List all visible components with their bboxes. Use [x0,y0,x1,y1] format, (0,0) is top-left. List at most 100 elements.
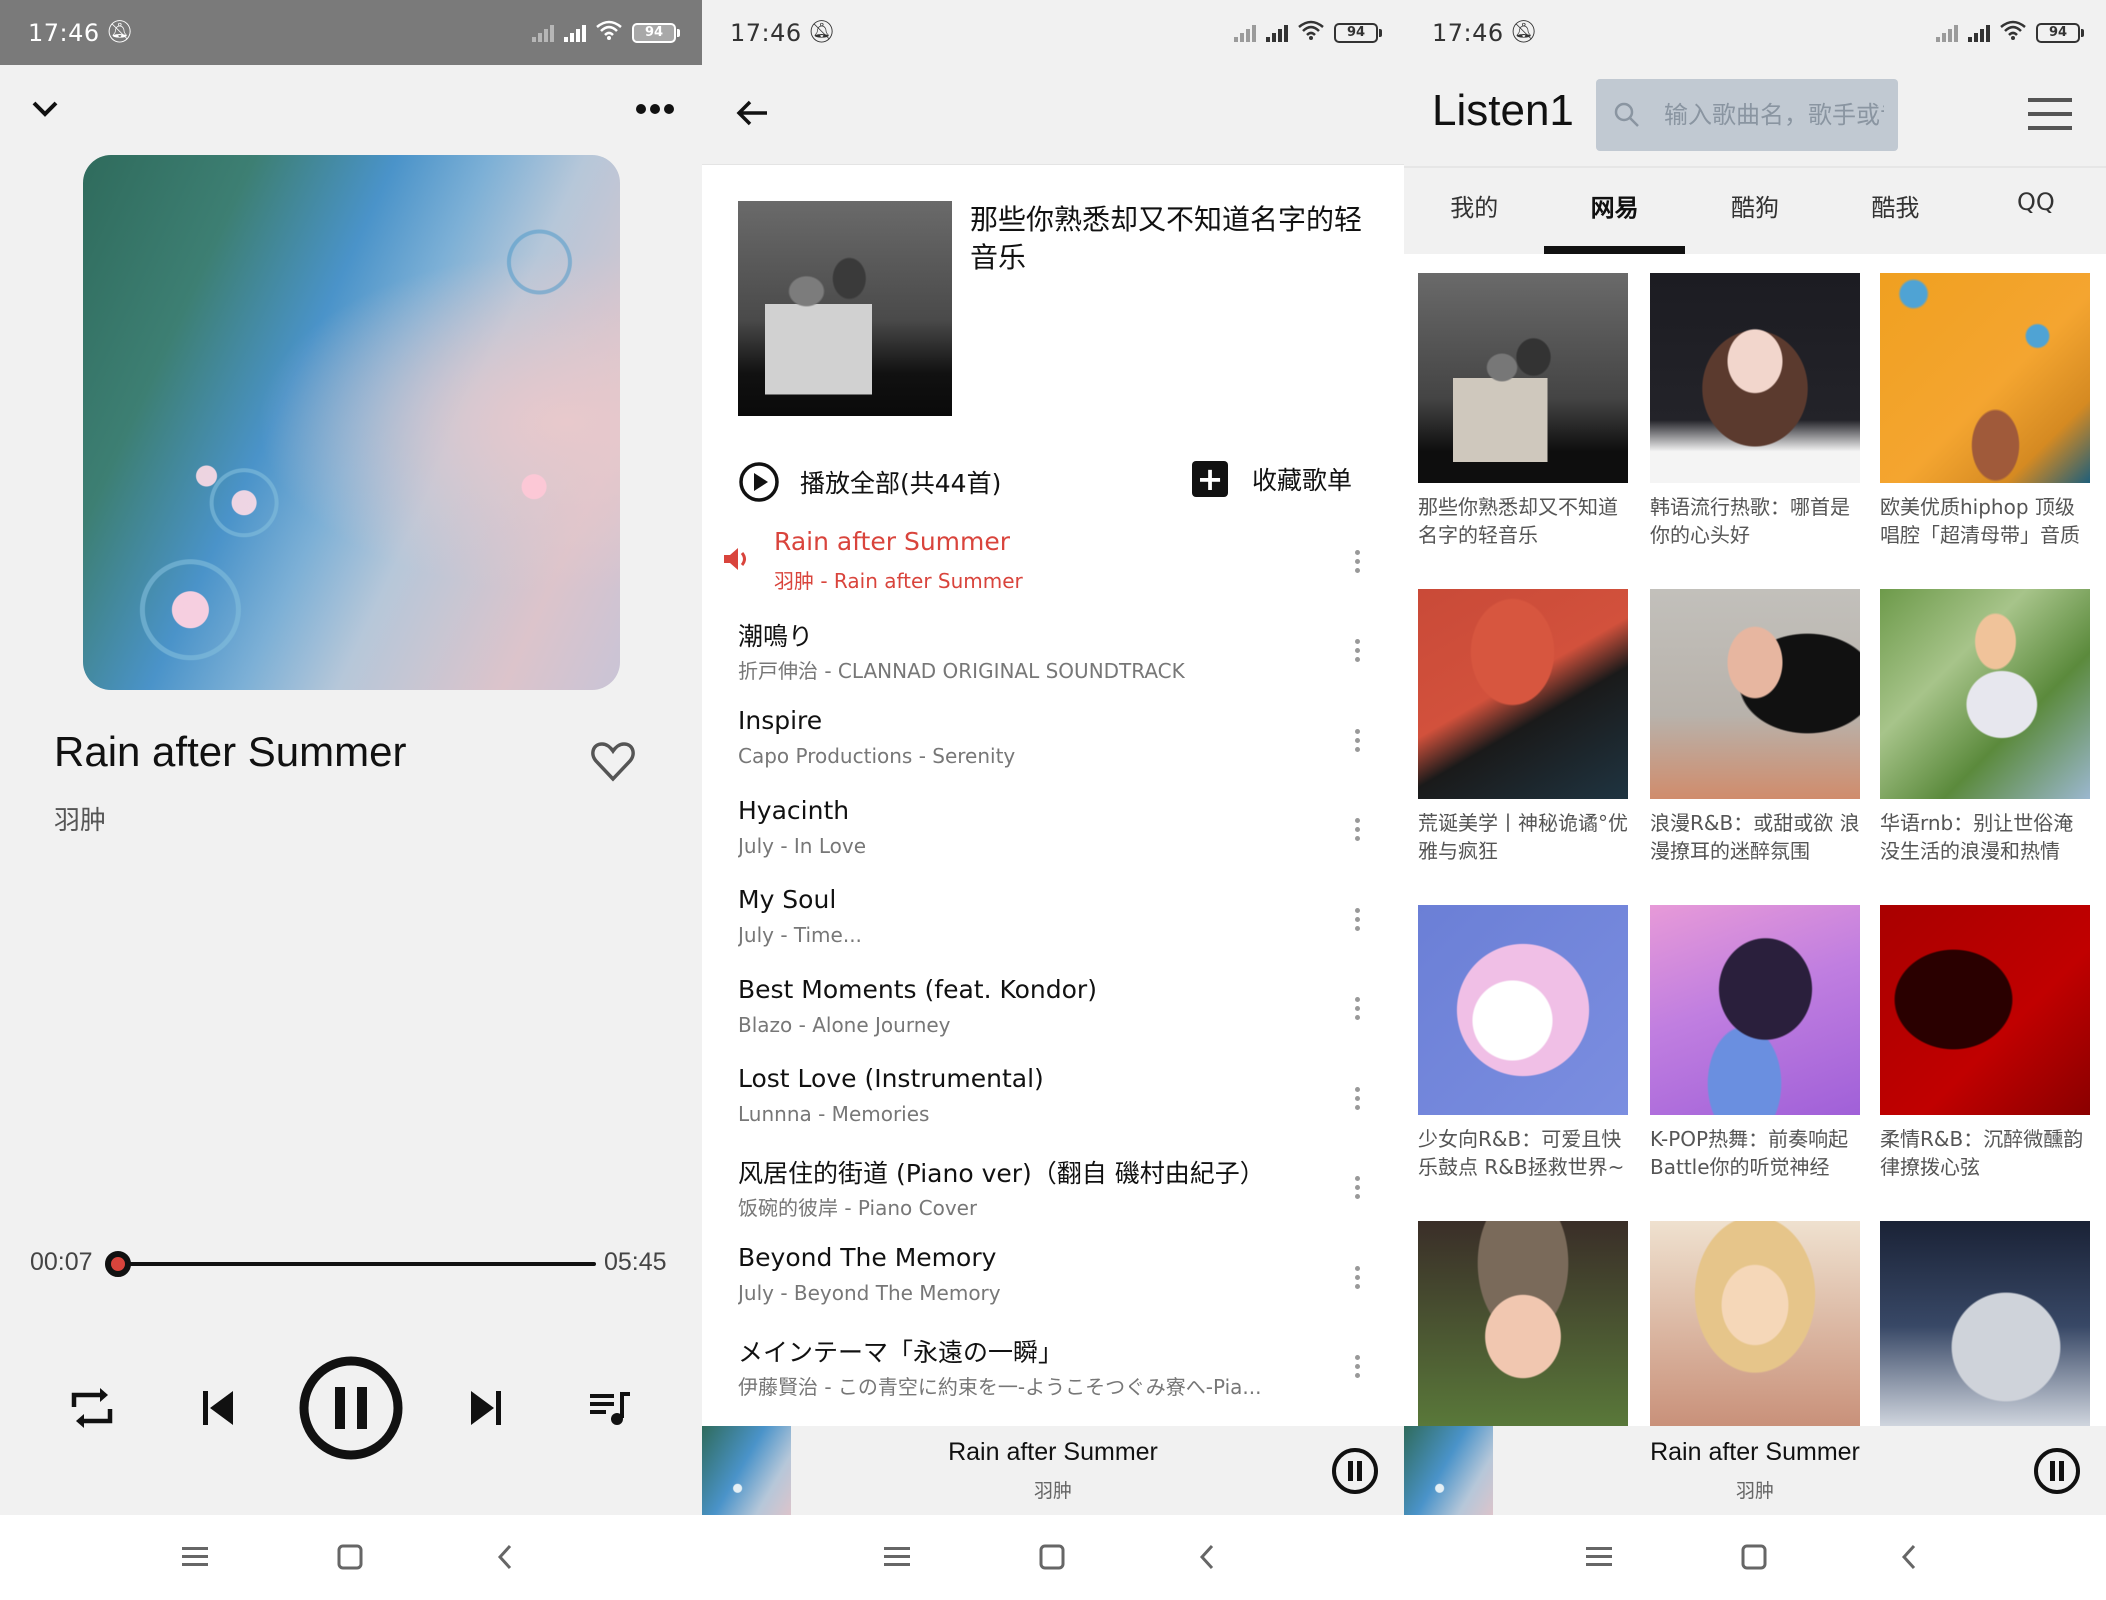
next-button[interactable] [456,1358,516,1458]
search-input[interactable] [1664,101,1884,129]
source-tabs: 我的 网易 酷狗 酷我 QQ [1404,166,2106,254]
playlist-tile[interactable]: 少女向R&B：可爱且快乐鼓点 R&B拯救世界~ [1418,905,1628,1181]
queue-button[interactable] [580,1358,640,1458]
tab-1[interactable]: 网易 [1544,168,1686,254]
playlist-cover [1418,589,1628,799]
tab-4[interactable]: QQ [1966,168,2106,254]
total-time: 05:45 [604,1248,667,1276]
track-row[interactable]: Best Moments (feat. Kondor) Blazo - Alone… [702,971,1404,1061]
progress-thumb[interactable] [104,1251,131,1277]
collapse-button[interactable] [20,84,70,134]
playlist-cover [1418,1221,1628,1426]
track-row[interactable]: Hyacinth July - In Love [702,792,1404,882]
track-more-button[interactable] [1342,1168,1372,1208]
playlist-cover [1650,273,1860,483]
playlist-tile[interactable]: K-POP热舞：前奏响起 Battle你的听觉神经 [1650,905,1860,1181]
playlist-cover [1880,273,2090,483]
track-row[interactable]: 潮鳴り 折戸伸治 - CLANNAD ORIGINAL SOUNDTRACK [702,613,1404,703]
system-navigation-bar [702,1515,1404,1600]
mini-player[interactable]: Rain after Summer 羽肿 [702,1426,1404,1515]
mini-player-title: Rain after Summer [948,1438,1158,1466]
playlist-toolbar [702,65,1404,165]
recent-apps-button[interactable] [1579,1537,1619,1577]
menu-icon [182,1547,208,1566]
play-pause-button[interactable] [298,1356,404,1460]
signal-sim1-icon [1234,24,1256,42]
song-artist: 羽肿 [54,806,107,836]
playlist-tile[interactable]: 柔情R&B：沉醉微醺韵律撩拨心弦 [1880,905,2090,1181]
more-vertical-icon [1354,639,1360,644]
more-vertical-icon [1354,997,1360,1002]
mini-player[interactable]: Rain after Summer 羽肿 [1404,1426,2106,1515]
mini-pause-button[interactable] [1330,1446,1380,1496]
repeat-icon [71,1388,113,1428]
track-more-button[interactable] [1342,1257,1372,1297]
tab-2[interactable]: 酷狗 [1685,168,1825,254]
battery-level: 94 [2036,22,2080,43]
playlist-tile[interactable] [1880,1221,2090,1426]
play-all-button[interactable]: 播放全部(共44首) [738,461,1001,503]
home-button[interactable] [1734,1537,1774,1577]
playlist-tile[interactable]: 那些你熟悉却又不知道名字的轻音乐 [1418,273,1628,549]
home-button[interactable] [330,1537,370,1577]
main-menu-button[interactable] [2028,94,2072,134]
playlist-cover [1650,1221,1860,1426]
track-subtitle: July - Time... [738,923,862,947]
add-box-icon: + [1192,461,1228,497]
more-vertical-icon [1354,818,1360,823]
track-row[interactable]: メインテーマ「永遠の一瞬」 伊藤賢治 - この青空に約束を一-ようこそつぐみ寮へ-… [702,1329,1404,1419]
home-button[interactable] [1032,1537,1072,1577]
tab-0[interactable]: 我的 [1404,168,1544,254]
search-box[interactable] [1596,79,1898,151]
track-more-button[interactable] [1342,541,1372,581]
track-row[interactable]: Lost Love (Instrumental) Lunnna - Memorie… [702,1060,1404,1150]
playlist-tile[interactable]: 浪漫R&B：或甜或欲 浪漫撩耳的迷醉氛围 [1650,589,1860,865]
playlist-tile[interactable]: 华语rnb：别让世俗淹没生活的浪漫和热情 [1880,589,2090,865]
track-row[interactable]: Beyond The Memory July - Beyond The Memor… [702,1239,1404,1329]
speaker-playing-icon [722,545,752,577]
more-options-button[interactable] [630,84,680,134]
tab-3[interactable]: 酷我 [1825,168,1965,254]
playlist-tile[interactable] [1650,1221,1860,1426]
bell-muted-icon: 🔕︎ [807,20,836,45]
recent-apps-button[interactable] [175,1537,215,1577]
playlist-tile[interactable] [1418,1221,1628,1426]
track-more-button[interactable] [1342,989,1372,1029]
track-row[interactable]: 风居住的街道 (Piano ver)（翻自 磯村由紀子） 饭碗的彼岸 - Pian… [702,1150,1404,1240]
wifi-icon [1298,20,1324,45]
repeat-button[interactable] [62,1358,122,1458]
recent-apps-button[interactable] [877,1537,917,1577]
playlist-grid: 那些你熟悉却又不知道名字的轻音乐 韩语流行热歌：哪首是你的心头好 欧美优质hipho… [1404,254,2106,1426]
now-playing-screen: 17:46 🔕︎ 94 Rain after Summer 羽肿 00:07 0… [0,0,702,1600]
playlist-tile[interactable]: 荒诞美学丨神秘诡谲°优雅与疯狂 [1418,589,1628,865]
track-title: Hyacinth [738,795,850,825]
signal-sim1-icon [1936,24,1958,42]
playlist-tile[interactable]: 欧美优质hiphop 顶级唱腔「超清母带」音质 [1880,273,2090,549]
collect-playlist-button[interactable]: + 收藏歌单 [1192,461,1352,497]
signal-sim2-icon [1968,24,1990,42]
back-button[interactable] [1889,1537,1929,1577]
progress-track[interactable] [108,1262,596,1266]
bell-muted-icon: 🔕︎ [105,20,134,45]
track-row[interactable]: Rain after Summer 羽肿 - Rain after Summer [702,523,1404,613]
playlist-cover [1880,905,2090,1115]
pause-circle-icon [299,1356,403,1460]
back-button[interactable] [728,89,776,137]
track-row[interactable]: Inspire Capo Productions - Serenity [702,702,1404,792]
playlist-tile[interactable]: 韩语流行热歌：哪首是你的心头好 [1650,273,1860,549]
back-button[interactable] [1187,1537,1227,1577]
status-time: 17:46 [1432,18,1504,47]
track-title: Rain after Summer [774,527,1011,556]
track-more-button[interactable] [1342,631,1372,671]
track-more-button[interactable] [1342,810,1372,850]
mini-pause-button[interactable] [2032,1446,2082,1496]
playlist-screen: 17:46 🔕︎ 94 那些你熟悉却又不知道名字的轻音乐 播放全部(共44首) … [702,0,1404,1600]
track-more-button[interactable] [1342,720,1372,760]
favorite-button[interactable] [588,736,638,786]
track-more-button[interactable] [1342,1347,1372,1387]
track-more-button[interactable] [1342,1078,1372,1118]
previous-button[interactable] [188,1358,248,1458]
track-more-button[interactable] [1342,899,1372,939]
back-button[interactable] [485,1537,525,1577]
track-row[interactable]: My Soul July - Time... [702,881,1404,971]
